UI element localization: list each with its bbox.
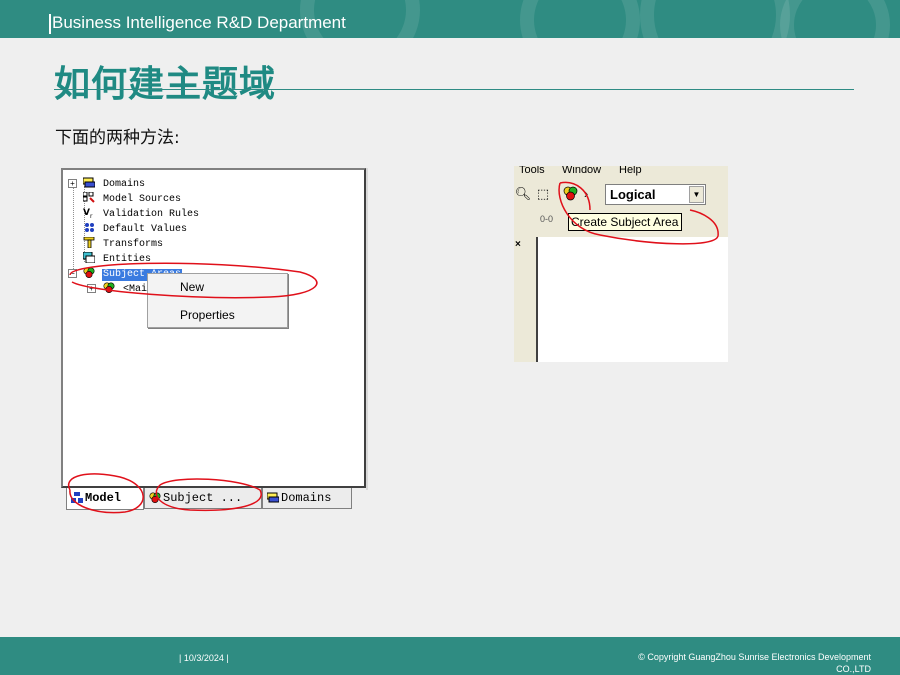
slide-subtitle: 下面的两种方法: — [55, 128, 180, 148]
model-sources-icon — [83, 192, 95, 203]
zoom-fit-icon[interactable]: ⬚ — [534, 185, 552, 203]
create-subject-area-icon[interactable] — [562, 185, 580, 203]
footer-date: | 10/3/2024 | — [179, 653, 229, 663]
domains-icon — [267, 492, 279, 503]
tooltip: Create Subject Area — [568, 213, 682, 231]
collapse-icon[interactable]: − — [68, 269, 77, 278]
toolbar-overflow-icon[interactable]: › — [582, 185, 590, 203]
view-select[interactable]: Logical ▼ — [605, 184, 706, 205]
default-values-icon — [85, 223, 94, 232]
menu-window[interactable]: Window — [562, 166, 601, 176]
menu-tools[interactable]: Tools — [519, 166, 545, 176]
toolbar-row: 🔍︎ ⬚ › Logical ▼ — [514, 182, 728, 208]
page-title: 如何建主题域 — [54, 64, 277, 105]
close-icon[interactable]: × — [515, 239, 521, 250]
header-separator — [49, 14, 51, 34]
subject-area-icon — [149, 492, 161, 503]
menu-item-new[interactable]: New — [180, 280, 204, 294]
expand-icon[interactable]: + — [87, 284, 96, 293]
model-icon — [71, 492, 83, 503]
view-select-value: Logical — [610, 187, 656, 202]
tab-model[interactable]: Model — [66, 488, 144, 510]
domains-icon — [83, 177, 95, 188]
svg-text:r: r — [90, 213, 93, 218]
tab-subject-label: Subject ... — [163, 491, 243, 505]
transforms-icon — [83, 237, 95, 248]
title-underline — [54, 89, 854, 90]
subject-area-icon — [103, 282, 115, 293]
tab-subject[interactable]: Subject ... — [144, 488, 262, 509]
tree-item-entities[interactable]: Entities — [103, 254, 151, 266]
expand-icon[interactable]: + — [68, 179, 77, 188]
footer-copyright: © Copyright GuangZhou Sunrise Electronic… — [638, 652, 871, 674]
validation-rules-icon: Vr — [83, 208, 93, 218]
tree-item-validation-rules[interactable]: Validation Rules — [103, 209, 199, 221]
entities-icon — [83, 252, 95, 263]
zoom-icon[interactable]: 🔍︎ — [514, 185, 532, 203]
model-explorer-panel: + Domains Model Sources Vr Validation Ru… — [61, 168, 368, 490]
tree-item-domains[interactable]: Domains — [103, 179, 145, 191]
menu-help[interactable]: Help — [619, 166, 642, 176]
svg-text:V: V — [83, 208, 90, 218]
tab-domains-label: Domains — [281, 491, 332, 505]
diagram-workspace[interactable] — [536, 237, 728, 362]
tree-item-model-sources[interactable]: Model Sources — [103, 194, 181, 206]
menu-item-properties[interactable]: Properties — [180, 308, 235, 322]
context-menu: New Properties — [147, 273, 288, 328]
tree-item-default-values[interactable]: Default Values — [103, 224, 187, 236]
tab-domains[interactable]: Domains — [262, 488, 352, 509]
header-bar: Business Intelligence R&D Department — [0, 0, 900, 38]
menu-bar: Tools Window Help — [514, 166, 728, 180]
header-title: Business Intelligence R&D Department — [52, 13, 346, 32]
footer-bar: | 10/3/2024 | © Copyright GuangZhou Sunr… — [0, 637, 900, 675]
subject-area-icon — [83, 267, 95, 278]
link-tool-icon[interactable]: 0-0 — [540, 214, 553, 224]
dropdown-arrow-icon[interactable]: ▼ — [689, 186, 704, 203]
tree-item-transforms[interactable]: Transforms — [103, 239, 163, 251]
tab-model-label: Model — [85, 491, 122, 505]
